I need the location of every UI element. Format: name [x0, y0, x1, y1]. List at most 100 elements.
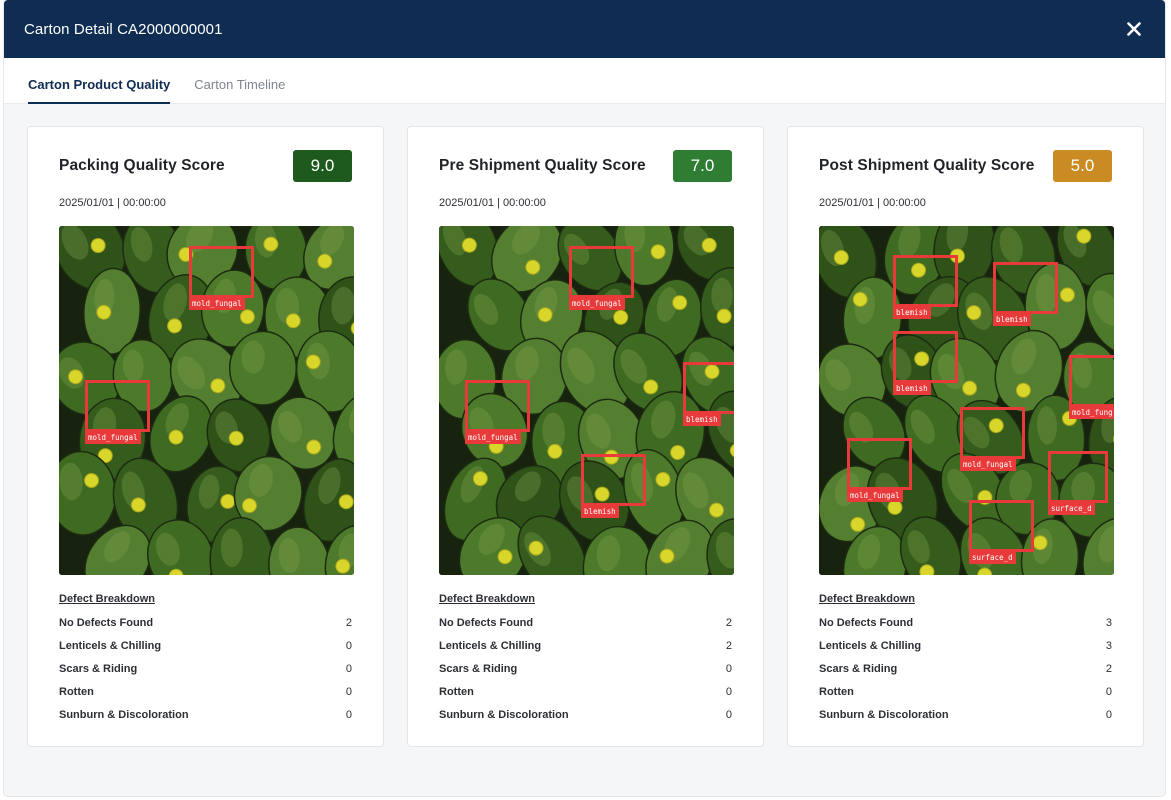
defect-label-text: Sunburn & Discoloration: [819, 708, 949, 721]
defect-label-text: No Defects Found: [59, 616, 154, 629]
card-timestamp: 2025/01/01 | 00:00:00: [819, 197, 926, 209]
defect-bounding-box: mold_fung: [1069, 355, 1114, 420]
defect-row: Sunburn & Discoloration 0: [59, 703, 352, 726]
defect-bounding-box: surface_d: [1048, 451, 1108, 516]
defect-label: blemish: [683, 414, 721, 427]
defect-row: No Defects Found 3: [819, 611, 1112, 634]
carton-photo[interactable]: mold_fungal mold_fungal blemish blemish: [439, 226, 734, 575]
card-title: Post Shipment Quality Score: [819, 157, 1035, 174]
score-badge: 9.0: [293, 150, 352, 182]
defect-label-text: Lenticels & Chilling: [59, 639, 162, 652]
defect-row: Scars & Riding 0: [439, 657, 732, 680]
defect-row: Scars & Riding 0: [59, 657, 352, 680]
defect-label-text: Scars & Riding: [59, 662, 138, 675]
defect-row: Lenticels & Chilling 2: [439, 634, 732, 657]
defect-breakdown-title: Defect Breakdown: [59, 593, 155, 605]
defect-bounding-box: surface_d: [969, 500, 1034, 565]
defect-row: Rotten 0: [59, 680, 352, 703]
defect-row: Lenticels & Chilling 3: [819, 634, 1112, 657]
defect-label-text: Lenticels & Chilling: [439, 639, 542, 652]
carton-detail-modal: Carton Detail CA2000000001 Carton Produc…: [4, 0, 1165, 796]
defect-count: 0: [345, 639, 352, 652]
card-title: Packing Quality Score: [59, 157, 225, 174]
defect-row: No Defects Found 2: [439, 611, 732, 634]
defect-count: 0: [725, 685, 732, 698]
defect-bounding-box: blemish: [683, 362, 734, 427]
card-title: Pre Shipment Quality Score: [439, 157, 646, 174]
defect-count: 3: [1105, 616, 1112, 629]
post-shipment-quality-card: Post Shipment Quality Score 5.0 2025/01/…: [787, 126, 1144, 747]
defect-label-text: Rotten: [59, 685, 94, 698]
defect-label: blemish: [581, 506, 619, 519]
defect-label-text: Lenticels & Chilling: [819, 639, 922, 652]
defect-label-text: No Defects Found: [819, 616, 914, 629]
defect-breakdown: Defect Breakdown No Defects Found 3 Lenti…: [819, 593, 1112, 726]
defect-bounding-box: blemish: [893, 255, 958, 320]
defect-bounding-box: mold_fungal: [465, 380, 530, 445]
defect-label: blemish: [993, 314, 1031, 327]
defect-label: surface_d: [969, 552, 1016, 565]
defect-label-text: Scars & Riding: [819, 662, 898, 675]
defect-bounding-box: mold_fungal: [189, 246, 254, 311]
packing-quality-card: Packing Quality Score 9.0 2025/01/01 | 0…: [27, 126, 384, 747]
defect-bounding-box: blemish: [581, 454, 646, 519]
score-badge: 7.0: [673, 150, 732, 182]
defect-breakdown: Defect Breakdown No Defects Found 2 Lenti…: [439, 593, 732, 726]
defect-label: mold_fungal: [847, 490, 903, 503]
defect-bounding-box: blemish: [993, 262, 1058, 327]
tab-carton-timeline[interactable]: Carton Timeline: [194, 77, 285, 103]
card-timestamp: 2025/01/01 | 00:00:00: [59, 197, 166, 209]
defect-count: 2: [725, 639, 732, 652]
close-icon[interactable]: [1123, 18, 1145, 40]
defect-label: mold_fungal: [189, 298, 245, 311]
defect-count: 0: [1105, 708, 1112, 721]
defect-bounding-box: mold_fungal: [960, 407, 1025, 472]
defect-count: 0: [1105, 685, 1112, 698]
defect-label-text: Rotten: [439, 685, 474, 698]
defect-label: mold_fungal: [85, 432, 141, 445]
modal-title: Carton Detail CA2000000001: [24, 20, 223, 38]
defect-bounding-box: mold_fungal: [569, 246, 634, 311]
tab-carton-product-quality[interactable]: Carton Product Quality: [28, 77, 171, 104]
defect-bounding-box: blemish: [893, 331, 958, 396]
tab-bar: Carton Product Quality Carton Timeline: [4, 58, 1165, 104]
defect-label: surface_d: [1048, 503, 1095, 516]
defect-row: Scars & Riding 2: [819, 657, 1112, 680]
score-badge: 5.0: [1053, 150, 1112, 182]
defect-count: 0: [725, 662, 732, 675]
defect-label-text: Sunburn & Discoloration: [59, 708, 189, 721]
defect-count: 0: [725, 708, 732, 721]
defect-row: Rotten 0: [819, 680, 1112, 703]
modal-header: Carton Detail CA2000000001: [4, 0, 1165, 58]
defect-label: mold_fungal: [465, 432, 521, 445]
defect-count: 0: [345, 685, 352, 698]
carton-photo[interactable]: blemish blemish blemish mold_fung mold_f…: [819, 226, 1114, 575]
defect-count: 2: [725, 616, 732, 629]
defect-label-text: Sunburn & Discoloration: [439, 708, 569, 721]
defect-label-text: Rotten: [819, 685, 854, 698]
defect-label: mold_fung: [1069, 407, 1114, 420]
defect-label-text: No Defects Found: [439, 616, 534, 629]
defect-count: 3: [1105, 639, 1112, 652]
defect-label: mold_fungal: [960, 459, 1016, 472]
carton-photo[interactable]: mold_fungal mold_fungal: [59, 226, 354, 575]
defect-breakdown: Defect Breakdown No Defects Found 2 Lenti…: [59, 593, 352, 726]
quality-cards: Packing Quality Score 9.0 2025/01/01 | 0…: [27, 126, 1144, 747]
card-timestamp: 2025/01/01 | 00:00:00: [439, 197, 546, 209]
defect-count: 0: [345, 662, 352, 675]
defect-label: blemish: [893, 307, 931, 320]
pre-shipment-quality-card: Pre Shipment Quality Score 7.0 2025/01/0…: [407, 126, 764, 747]
defect-row: Sunburn & Discoloration 0: [439, 703, 732, 726]
defect-count: 2: [345, 616, 352, 629]
defect-label-text: Scars & Riding: [439, 662, 518, 675]
defect-breakdown-title: Defect Breakdown: [819, 593, 915, 605]
defect-count: 2: [1105, 662, 1112, 675]
defect-breakdown-title: Defect Breakdown: [439, 593, 535, 605]
defect-row: Sunburn & Discoloration 0: [819, 703, 1112, 726]
defect-label: blemish: [893, 383, 931, 396]
defect-row: Rotten 0: [439, 680, 732, 703]
defect-row: Lenticels & Chilling 0: [59, 634, 352, 657]
defect-row: No Defects Found 2: [59, 611, 352, 634]
defect-bounding-box: mold_fungal: [847, 438, 912, 503]
defect-bounding-box: mold_fungal: [85, 380, 150, 445]
